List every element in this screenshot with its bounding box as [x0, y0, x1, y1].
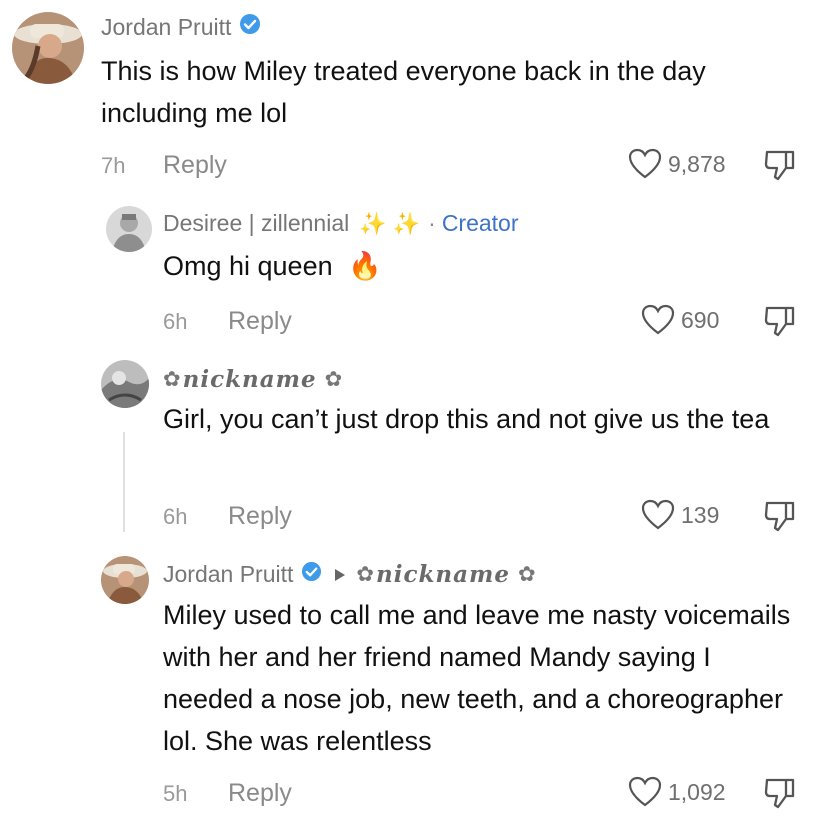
- dislike-button[interactable]: [763, 500, 797, 537]
- like-button[interactable]: 1,092: [628, 776, 726, 808]
- reply-button[interactable]: Reply: [228, 502, 292, 531]
- comment-time: 7h: [101, 153, 126, 178]
- comment-text: Girl, you can’t just drop this and not g…: [163, 404, 770, 434]
- sparkles-icon: ✨ ✨: [359, 210, 421, 236]
- reply-to-name[interactable]: nickname: [376, 561, 510, 588]
- comment-text-body: Omg hi queen: [163, 251, 333, 281]
- comment-text: This is how Miley treated everyone back …: [101, 56, 706, 128]
- heart-icon: [628, 148, 662, 179]
- creator-label: Creator: [441, 210, 519, 236]
- avatar[interactable]: [101, 556, 149, 604]
- avatar[interactable]: [101, 360, 149, 408]
- like-count: 9,878: [668, 150, 726, 177]
- verified-badge-icon: [301, 561, 322, 588]
- like-count: 690: [681, 306, 720, 333]
- thumbs-down-icon: [764, 778, 795, 809]
- heart-icon: [641, 304, 675, 335]
- reply-button[interactable]: Reply: [163, 151, 227, 180]
- fire-icon: 🔥: [348, 251, 382, 281]
- flower-icon: ✿: [518, 563, 536, 586]
- flower-icon: ✿: [163, 368, 181, 391]
- reply-arrow-icon: [334, 561, 346, 588]
- thumbs-down-icon: [764, 306, 795, 337]
- avatar[interactable]: [12, 12, 84, 84]
- comment-author[interactable]: ✿ nickname ✿: [163, 366, 342, 393]
- like-button[interactable]: 9,878: [628, 148, 726, 180]
- comment-author[interactable]: Jordan Pruitt: [101, 13, 261, 41]
- heart-icon: [641, 499, 675, 530]
- reply-button[interactable]: Reply: [228, 307, 292, 336]
- verified-badge-icon: [239, 13, 261, 41]
- comment-time: 5h: [163, 781, 188, 806]
- dislike-button[interactable]: [763, 149, 797, 186]
- heart-icon: [628, 776, 662, 807]
- comment-author[interactable]: Desiree | zillennial ✨ ✨ · Creator: [163, 210, 519, 237]
- comment-text: Omg hi queen 🔥: [163, 245, 382, 287]
- author-name[interactable]: Jordan Pruitt: [163, 561, 293, 588]
- flower-icon: ✿: [324, 368, 343, 391]
- comment-time: 6h: [163, 309, 188, 334]
- author-name[interactable]: Desiree | zillennial: [163, 210, 349, 237]
- thumbs-down-icon: [764, 150, 795, 181]
- comment-time: 6h: [163, 504, 188, 529]
- flower-icon: ✿: [356, 563, 375, 586]
- reply-button[interactable]: Reply: [228, 779, 292, 808]
- author-name[interactable]: nickname: [183, 366, 317, 393]
- comment-author[interactable]: Jordan Pruitt ✿ nickname ✿: [163, 561, 536, 588]
- thumbs-down-icon: [764, 501, 795, 532]
- dislike-button[interactable]: [763, 305, 797, 342]
- like-count: 139: [681, 501, 720, 528]
- avatar[interactable]: [106, 206, 152, 252]
- like-button[interactable]: 139: [641, 499, 719, 531]
- separator-dot: ·: [428, 210, 436, 236]
- like-count: 1,092: [668, 778, 726, 805]
- thread-line: [123, 432, 125, 532]
- author-name[interactable]: Jordan Pruitt: [101, 14, 231, 41]
- comment-text: Miley used to call me and leave me nasty…: [163, 600, 791, 756]
- dislike-button[interactable]: [763, 777, 797, 814]
- like-button[interactable]: 690: [641, 304, 719, 336]
